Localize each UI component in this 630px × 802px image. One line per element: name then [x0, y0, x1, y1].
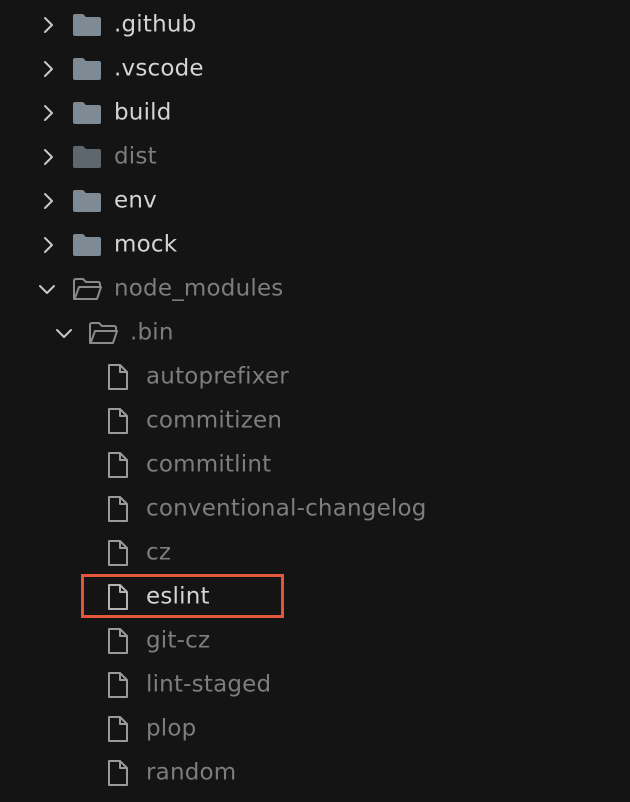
folder-row-node-modules[interactable]: node_modules: [0, 267, 630, 311]
file-icon: [105, 715, 131, 743]
file-row-autoprefixer[interactable]: autoprefixer: [0, 355, 630, 399]
folder-label: .github: [114, 11, 197, 38]
folder-label: .bin: [130, 319, 174, 346]
folder-label: node_modules: [114, 275, 284, 302]
chevron-right-icon[interactable]: [37, 234, 59, 256]
folder-icon: [72, 189, 102, 213]
file-icon: [105, 407, 131, 435]
folder-row-build[interactable]: build: [0, 91, 630, 135]
chevron-right-icon[interactable]: [37, 190, 59, 212]
file-icon: [105, 495, 131, 523]
file-icon: [105, 451, 131, 479]
folder-label: mock: [114, 231, 178, 258]
file-row-conventional-changelog[interactable]: conventional-changelog: [0, 487, 630, 531]
file-row-commitlint[interactable]: commitlint: [0, 443, 630, 487]
file-icon: [105, 759, 131, 787]
chevron-right-icon[interactable]: [37, 58, 59, 80]
folder-label: .vscode: [114, 55, 204, 82]
folder-open-icon: [72, 277, 102, 301]
file-icon: [105, 583, 131, 611]
file-label: git-cz: [146, 627, 211, 654]
file-label: cz: [146, 539, 172, 566]
folder-row-env[interactable]: env: [0, 179, 630, 223]
file-label: eslint: [146, 583, 210, 610]
file-label: conventional-changelog: [146, 495, 427, 522]
folder-open-icon: [88, 321, 118, 345]
folder-row-dist[interactable]: dist: [0, 135, 630, 179]
chevron-down-icon[interactable]: [36, 278, 58, 300]
chevron-right-icon[interactable]: [37, 14, 59, 36]
folder-label: build: [114, 99, 172, 126]
folder-icon: [72, 101, 102, 125]
file-label: commitizen: [146, 407, 283, 434]
file-row-eslint[interactable]: eslint: [0, 575, 630, 619]
file-row-lint-staged[interactable]: lint-staged: [0, 663, 630, 707]
file-row-cz[interactable]: cz: [0, 531, 630, 575]
folder-row-mock[interactable]: mock: [0, 223, 630, 267]
folder-icon: [72, 233, 102, 257]
file-icon: [105, 363, 131, 391]
file-row-git-cz[interactable]: git-cz: [0, 619, 630, 663]
file-row-random[interactable]: random: [0, 751, 630, 795]
file-explorer-tree: .github .vscode build dist env mock node…: [0, 3, 630, 795]
file-row-plop[interactable]: plop: [0, 707, 630, 751]
chevron-right-icon[interactable]: [37, 146, 59, 168]
file-label: plop: [146, 715, 197, 742]
folder-icon: [72, 13, 102, 37]
file-row-commitizen[interactable]: commitizen: [0, 399, 630, 443]
folder-row-vscode[interactable]: .vscode: [0, 47, 630, 91]
file-icon: [105, 627, 131, 655]
file-label: autoprefixer: [146, 363, 289, 390]
folder-icon: [72, 57, 102, 81]
chevron-right-icon[interactable]: [37, 102, 59, 124]
file-label: commitlint: [146, 451, 272, 478]
file-label: lint-staged: [146, 671, 272, 698]
folder-label: env: [114, 187, 157, 214]
folder-row-github[interactable]: .github: [0, 3, 630, 47]
folder-label: dist: [114, 143, 157, 170]
folder-row-bin[interactable]: .bin: [0, 311, 630, 355]
file-icon: [105, 539, 131, 567]
file-label: random: [146, 759, 237, 786]
file-icon: [105, 671, 131, 699]
folder-icon: [72, 145, 102, 169]
chevron-down-icon[interactable]: [53, 322, 75, 344]
